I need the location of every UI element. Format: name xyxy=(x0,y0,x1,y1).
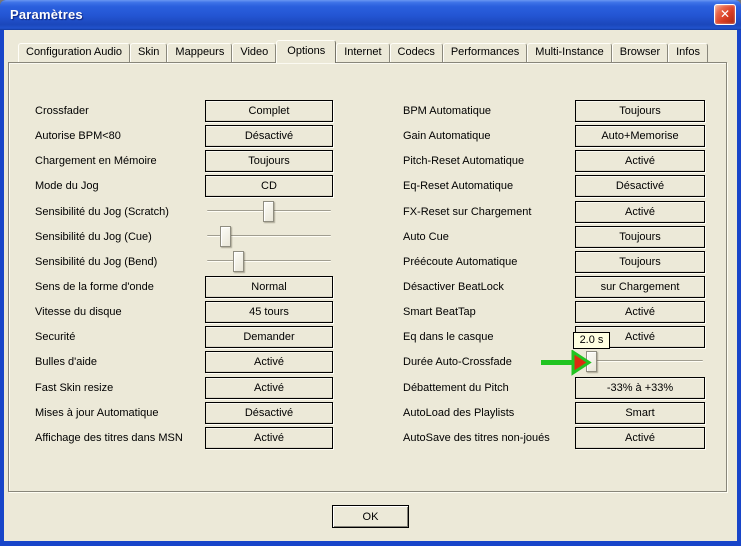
settings-window: Paramètres ✕ Configuration Audio Skin Ma… xyxy=(0,0,741,546)
fx-reset-button[interactable]: Activé xyxy=(575,201,705,223)
settings-row: Eq dans le casque Activé xyxy=(4,326,737,348)
pitch-reset-button[interactable]: Activé xyxy=(575,150,705,172)
dialog-body: Configuration Audio Skin Mappeurs Video … xyxy=(4,30,737,541)
tab-infos[interactable]: Infos xyxy=(668,43,708,62)
settings-row: Désactiver BeatLock sur Chargement xyxy=(4,276,737,298)
close-icon: ✕ xyxy=(720,7,730,21)
auto-cue-button[interactable]: Toujours xyxy=(575,226,705,248)
tab-multi-instance[interactable]: Multi-Instance xyxy=(527,43,611,62)
tab-codecs[interactable]: Codecs xyxy=(390,43,443,62)
auto-cue-label: Auto Cue xyxy=(403,226,449,248)
debattement-pitch-label: Débattement du Pitch xyxy=(403,377,509,399)
smart-beattap-label: Smart BeatTap xyxy=(403,301,476,323)
preecoute-button[interactable]: Toujours xyxy=(575,251,705,273)
crossfade-duration-tooltip: 2.0 s xyxy=(573,332,610,349)
tab-performances[interactable]: Performances xyxy=(443,43,527,62)
tab-configuration-audio[interactable]: Configuration Audio xyxy=(18,43,130,62)
eq-reset-button[interactable]: Désactivé xyxy=(575,175,705,197)
tab-internet[interactable]: Internet xyxy=(336,43,389,62)
settings-row: Préécoute Automatique Toujours xyxy=(4,251,737,273)
settings-row: AutoSave des titres non-joués Activé xyxy=(4,427,737,449)
gain-automatique-label: Gain Automatique xyxy=(403,125,490,147)
settings-row: Auto Cue Toujours xyxy=(4,226,737,248)
duree-auto-crossfade-slider[interactable] xyxy=(575,351,705,373)
settings-row: FX-Reset sur Chargement Activé xyxy=(4,201,737,223)
autoload-playlists-label: AutoLoad des Playlists xyxy=(403,402,514,424)
settings-row: Débattement du Pitch -33% à +33% xyxy=(4,377,737,399)
autoload-playlists-button[interactable]: Smart xyxy=(575,402,705,424)
ok-button[interactable]: OK xyxy=(332,505,409,528)
tab-video[interactable]: Video xyxy=(232,43,276,62)
preecoute-label: Préécoute Automatique xyxy=(403,251,517,273)
autosave-titres-label: AutoSave des titres non-joués xyxy=(403,427,550,449)
gain-automatique-button[interactable]: Auto+Memorise xyxy=(575,125,705,147)
window-title: Paramètres xyxy=(10,0,83,29)
eq-reset-label: Eq-Reset Automatique xyxy=(403,175,513,197)
autosave-titres-button[interactable]: Activé xyxy=(575,427,705,449)
settings-row: AutoLoad des Playlists Smart xyxy=(4,402,737,424)
tab-bar: Configuration Audio Skin Mappeurs Video … xyxy=(18,40,708,62)
settings-row: Eq-Reset Automatique Désactivé xyxy=(4,175,737,197)
desactiver-beatlock-label: Désactiver BeatLock xyxy=(403,276,504,298)
bpm-automatique-label: BPM Automatique xyxy=(403,100,491,122)
tab-browser[interactable]: Browser xyxy=(612,43,668,62)
tab-options[interactable]: Options xyxy=(276,40,336,63)
green-arrow-annotation-icon xyxy=(540,350,592,376)
settings-row: Gain Automatique Auto+Memorise xyxy=(4,125,737,147)
eq-casque-label: Eq dans le casque xyxy=(403,326,494,348)
smart-beattap-button[interactable]: Activé xyxy=(575,301,705,323)
settings-row: Durée Auto-Crossfade xyxy=(4,351,737,373)
tab-skin[interactable]: Skin xyxy=(130,43,167,62)
bpm-automatique-button[interactable]: Toujours xyxy=(575,100,705,122)
tab-mappeurs[interactable]: Mappeurs xyxy=(167,43,232,62)
titlebar[interactable]: Paramètres ✕ xyxy=(0,0,741,30)
debattement-pitch-button[interactable]: -33% à +33% xyxy=(575,377,705,399)
close-button[interactable]: ✕ xyxy=(714,4,736,25)
desactiver-beatlock-button[interactable]: sur Chargement xyxy=(575,276,705,298)
settings-row: Pitch-Reset Automatique Activé xyxy=(4,150,737,172)
pitch-reset-label: Pitch-Reset Automatique xyxy=(403,150,524,172)
settings-row: Smart BeatTap Activé xyxy=(4,301,737,323)
settings-row: BPM Automatique Toujours xyxy=(4,100,737,122)
fx-reset-label: FX-Reset sur Chargement xyxy=(403,201,531,223)
duree-auto-crossfade-label: Durée Auto-Crossfade xyxy=(403,351,512,373)
